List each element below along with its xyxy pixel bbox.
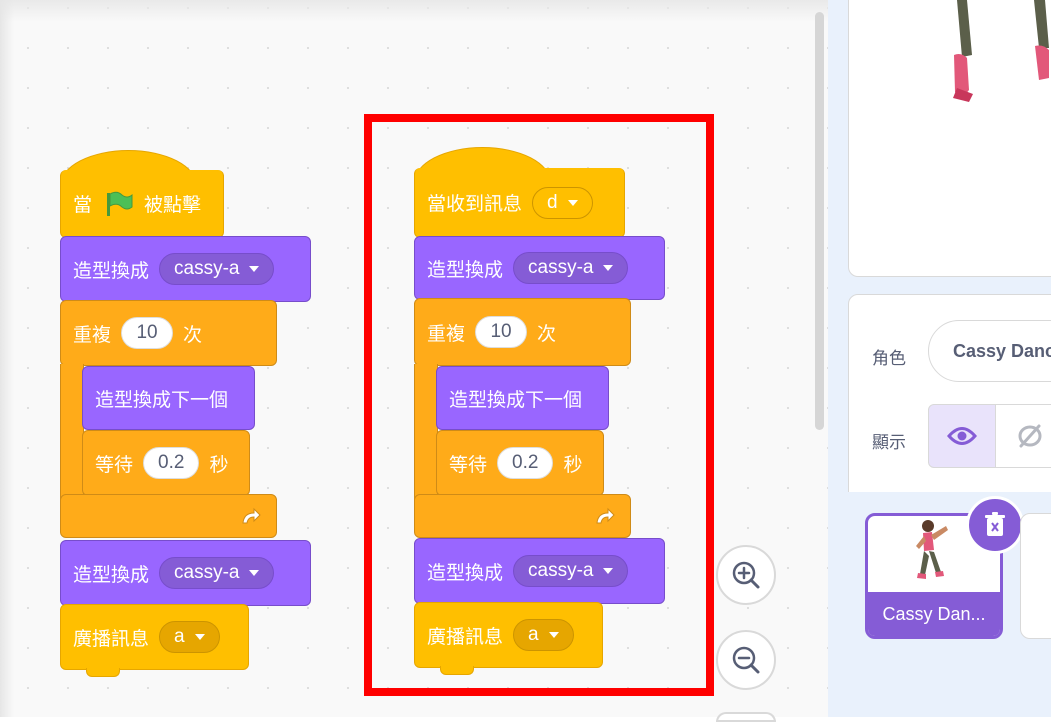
- repeat-arrow-icon: [242, 507, 261, 524]
- wait-label: 等待: [95, 454, 134, 476]
- switch-costume-label: 造型換成: [73, 260, 150, 282]
- workspace-left-shadow: [0, 0, 14, 717]
- costume-dropdown-value: cassy-a: [174, 258, 240, 279]
- broadcast-label: 廣播訊息: [73, 628, 150, 650]
- show-sprite-toggle[interactable]: [928, 404, 996, 468]
- repeat-block-arm: [60, 364, 84, 504]
- workspace-top-shadow: [0, 0, 828, 22]
- hide-sprite-toggle[interactable]: [996, 404, 1051, 468]
- wait-block[interactable]: 等待 0.2 秒: [82, 430, 250, 496]
- sprite-name-input[interactable]: Cassy Dance: [928, 320, 1051, 382]
- broadcast-message-dropdown[interactable]: a: [159, 621, 220, 653]
- when-flag-prefix: 當: [73, 195, 93, 216]
- stage-preview[interactable]: [848, 0, 1051, 277]
- repeat-label: 重複: [73, 324, 112, 346]
- sprite-thumbnail-partial[interactable]: [1020, 513, 1051, 639]
- green-flag-icon: [107, 191, 133, 216]
- when-flag-suffix: 被點擊: [144, 195, 202, 216]
- zoom-in-button[interactable]: [716, 545, 776, 605]
- dropdown-arrow-icon: [249, 570, 260, 576]
- costume-dropdown-value: cassy-a: [174, 562, 240, 583]
- costume-dropdown[interactable]: cassy-a: [159, 253, 275, 285]
- switch-costume-block[interactable]: 造型換成 cassy-a: [60, 540, 311, 606]
- show-label: 顯示: [872, 433, 906, 452]
- broadcast-block[interactable]: 廣播訊息 a: [60, 604, 249, 670]
- highlight-box: [364, 114, 714, 696]
- dropdown-arrow-icon: [194, 634, 205, 640]
- wait-suffix: 秒: [209, 454, 229, 476]
- sprite-thumbnail-label: Cassy Dan...: [868, 592, 1000, 636]
- zoom-out-icon: [732, 646, 760, 674]
- switch-costume-block[interactable]: 造型換成 cassy-a: [60, 236, 311, 302]
- next-costume-block[interactable]: 造型換成下一個: [82, 366, 255, 430]
- repeat-suffix: 次: [183, 324, 203, 346]
- trash-icon: [985, 512, 1005, 536]
- when-flag-clicked-block[interactable]: 當 被點擊: [60, 170, 224, 238]
- costume-dropdown[interactable]: cassy-a: [159, 557, 275, 589]
- sprite-label: 角色: [872, 349, 906, 368]
- zoom-out-button[interactable]: [716, 630, 776, 690]
- sprite-name-value: Cassy Dance: [953, 340, 1051, 361]
- delete-sprite-button[interactable]: [966, 496, 1024, 554]
- repeat-block[interactable]: 重複 10 次: [60, 300, 277, 366]
- broadcast-block-bottom-notch: [86, 668, 120, 677]
- next-costume-label: 造型換成下一個: [95, 389, 229, 411]
- broadcast-message-value: a: [174, 626, 185, 647]
- wait-seconds-input[interactable]: 0.2: [143, 447, 200, 479]
- dropdown-arrow-icon: [249, 266, 260, 272]
- workspace-vertical-scrollbar[interactable]: [815, 12, 824, 430]
- zoom-in-icon: [732, 561, 760, 589]
- sprite-legs-on-stage: [953, 0, 1049, 102]
- switch-costume-label: 造型換成: [73, 564, 150, 586]
- reset-zoom-button-partial[interactable]: [716, 712, 776, 722]
- repeat-block-footer: [60, 494, 277, 538]
- eye-icon: [947, 427, 977, 445]
- repeat-count-input[interactable]: 10: [121, 317, 174, 349]
- eye-hidden-icon: [1018, 424, 1041, 448]
